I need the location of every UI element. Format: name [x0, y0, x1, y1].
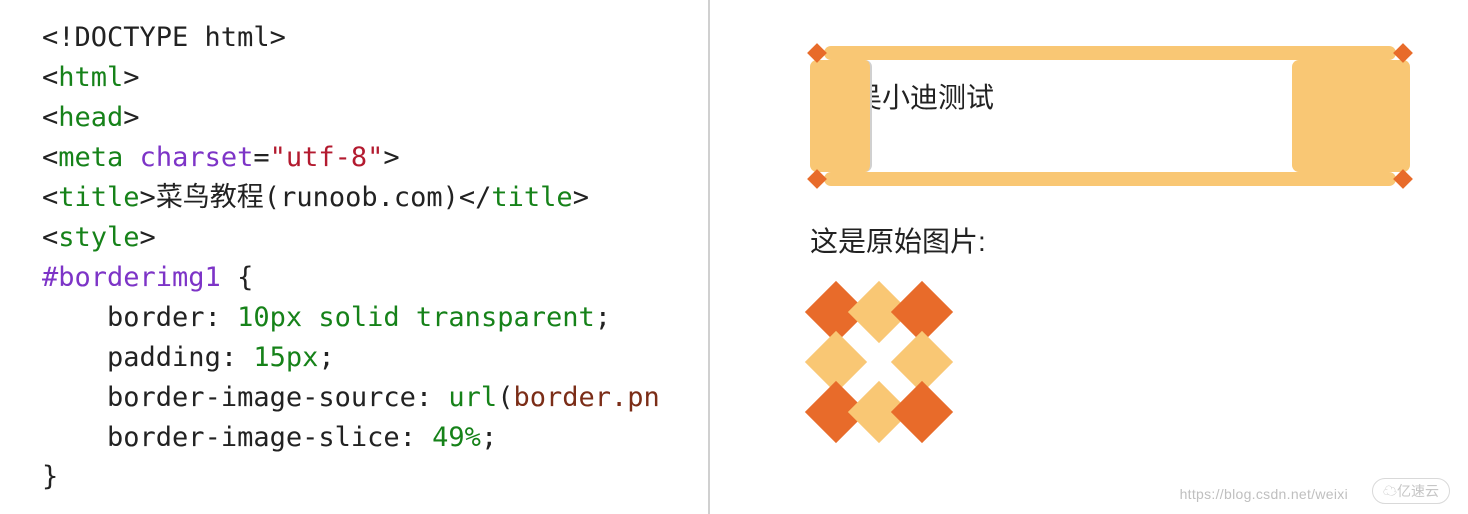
- border-edge-top: [824, 46, 1396, 60]
- val-slice: 49%: [432, 422, 481, 453]
- split-view: <!DOCTYPE html> <html> <head> <meta char…: [0, 0, 1468, 514]
- border-edge-right: [1292, 60, 1410, 172]
- preview-panel: 吴小迪测试 这是原始图片: https://blog.csdn.net/weix…: [710, 0, 1468, 514]
- val-padding: 15px: [253, 342, 318, 373]
- code-doctype: <!DOCTYPE html>: [42, 22, 286, 53]
- watermark-url: https://blog.csdn.net/weixi: [1180, 486, 1348, 502]
- tag-html-open: html: [58, 62, 123, 93]
- css-selector: #borderimg1: [42, 262, 221, 293]
- original-image-label: 这是原始图片:: [810, 220, 1450, 260]
- func-url: url: [448, 382, 497, 413]
- tag-title-close: title: [491, 182, 572, 213]
- title-text: 菜鸟教程(runoob.com): [156, 182, 459, 213]
- prop-padding: padding: [107, 342, 221, 373]
- brace-close: }: [42, 461, 58, 492]
- tag-style-open: style: [58, 222, 139, 253]
- cloud-icon: ☁: [1383, 483, 1397, 499]
- border-image-demo: 吴小迪测试: [810, 46, 1410, 186]
- url-arg: border.pn: [513, 382, 659, 413]
- demo-text: 吴小迪测试: [854, 82, 994, 113]
- attr-charset: charset: [140, 142, 254, 173]
- code-panel: <!DOCTYPE html> <html> <head> <meta char…: [0, 0, 710, 514]
- border-corner-bl: [807, 169, 827, 189]
- watermark-brand: ☁亿速云: [1372, 478, 1450, 504]
- val-border: 10px solid transparent: [237, 302, 595, 333]
- border-edge-left: [810, 60, 872, 172]
- prop-border: border: [107, 302, 205, 333]
- brand-text: 亿速云: [1397, 483, 1439, 499]
- tag-title-open: title: [58, 182, 139, 213]
- border-corner-br: [1393, 169, 1413, 189]
- tag-head-open: head: [58, 102, 123, 133]
- brace-open: {: [237, 262, 253, 293]
- original-image: [810, 288, 948, 438]
- border-edge-bottom: [824, 172, 1396, 186]
- code-block[interactable]: <!DOCTYPE html> <html> <head> <meta char…: [42, 18, 690, 497]
- diamond-icon: [891, 381, 953, 443]
- prop-border-image-slice: border-image-slice: [107, 422, 400, 453]
- prop-border-image-source: border-image-source: [107, 382, 416, 413]
- val-utf8: "utf-8": [270, 142, 384, 173]
- tag-meta: meta: [58, 142, 123, 173]
